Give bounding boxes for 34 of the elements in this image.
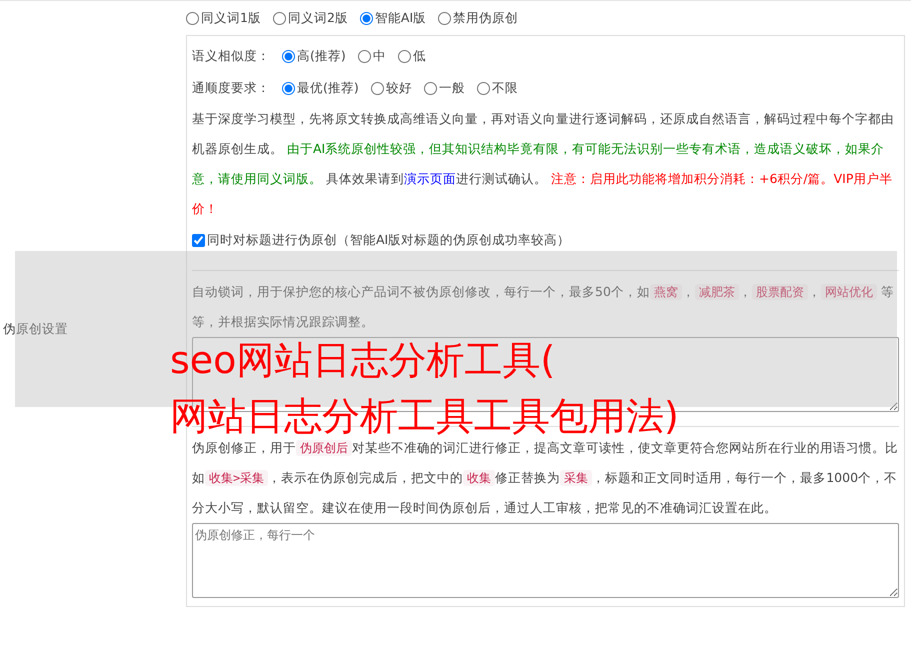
option-label: 同义词1版	[201, 8, 261, 27]
radio-button[interactable]	[476, 82, 490, 94]
radio-button[interactable]	[186, 12, 199, 24]
field-label: 语义相似度：	[192, 46, 270, 65]
correction-description: 伪原创修正，用于 伪原创后 对某些不准确的词汇进行修正，提高文章可读性，使文章更符合您网站所在行业的用语习惯。比如 收集>采集 ，表示在伪原创完成后，把文中的 收集 修正替换为 采集 ，标题和正文同时适用，每行一个，最多1000个，不分大小写，默认留空。建议在使用一段时间伪原创后，通过人工审核，把常见的不准确词汇设置在此。	[192, 439, 899, 517]
lock-words-description: 自动锁词，用于保护您的核心产品词不被伪原创修改，每行一个，最多50个，如 燕窝 ， 减肥茶 ， 股票配资 ， 网站优化 等等，并根据实际情况跟踪调整。	[192, 283, 895, 331]
option-label: 最优(推荐)	[297, 78, 359, 97]
option-label: 较好	[386, 78, 412, 97]
radio-button[interactable]	[358, 50, 371, 62]
radio-button[interactable]	[282, 82, 295, 94]
section-label: 伪原创设置	[3, 320, 68, 338]
option-label: 一般	[438, 78, 465, 97]
radio-button[interactable]	[282, 50, 295, 62]
checkbox-label: 同时对标题进行伪原创（智能AI版对标题的伪原创成功率较高）	[207, 230, 570, 249]
option-label: 中	[372, 46, 386, 65]
radio-button[interactable]	[272, 12, 286, 24]
option-label: 智能AI版	[374, 8, 426, 27]
radio-button[interactable]	[370, 82, 384, 94]
radio-button[interactable]	[424, 82, 437, 94]
radio-button[interactable]	[438, 12, 452, 24]
option-label: 不限	[492, 78, 518, 97]
correction-field[interactable]: 伪原创修正，每行一个	[192, 523, 899, 598]
option-label: 同义词2版	[288, 8, 348, 27]
radio-button[interactable]	[360, 12, 373, 24]
radio-button[interactable]	[398, 50, 411, 62]
caption-title-line: 网站日志分析工具工具包用法)	[170, 393, 679, 440]
option-label: 低	[412, 46, 426, 65]
option-label: 禁用伪原创	[453, 8, 518, 27]
checkbox[interactable]	[192, 234, 205, 246]
demo-page-link[interactable]: 演示页面	[404, 171, 456, 186]
option-label: 高(推荐)	[297, 46, 346, 65]
caption-title-line: seo网站日志分析工具(	[170, 337, 556, 384]
field-label: 通顺度要求：	[192, 78, 270, 97]
ai-description: 基于深度学习模型，先将原文转换成高维语义向量，再对语义向量进行逐词解码，还原成自然语言，解码过程中每个字都由机器原创生成。 由于AI系统原创性较强，但其知识结构毕竟有限，有可能无法识别一些专有术语，造成语义破坏，如果介意，请使用同义词版。 具体效果请到演示页面进行测试确认。 注意：启用此功能将增加积分消耗：+6积分/篇。VIP用户半价！	[192, 110, 895, 218]
